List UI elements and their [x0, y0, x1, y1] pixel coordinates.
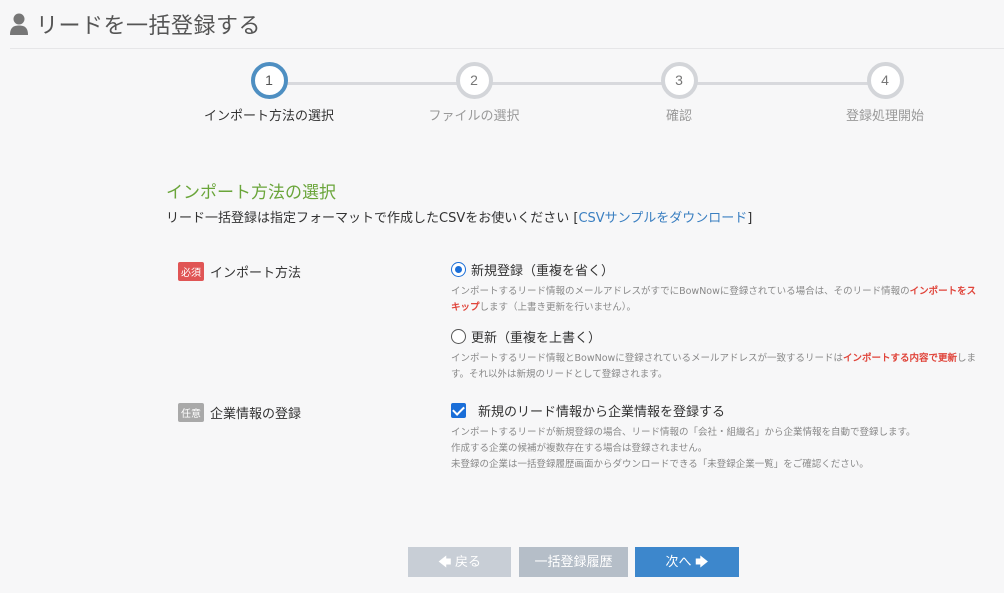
progress-stepper: 1 インポート方法の選択 2 ファイルの選択 3 確認 4 登録処理開始: [0, 62, 1004, 132]
field-label-text: 企業情報の登録: [210, 407, 302, 422]
import-option-new[interactable]: 新規登録（重複を省く） インポートするリード情報のメールアドレスがすでにBowN…: [451, 260, 981, 316]
option-label: 更新（重複を上書く）: [471, 331, 602, 346]
company-registration-checkbox[interactable]: [451, 403, 466, 418]
history-button-label: 一括登録履歴: [534, 554, 613, 569]
arrow-right-icon: 🡆: [695, 554, 709, 569]
page-header: リードを一括登録する: [0, 0, 1004, 48]
step-4: 4 登録処理開始: [805, 62, 965, 124]
header-divider: [10, 48, 1004, 49]
import-method-label: 必須 インポート方法: [178, 262, 301, 281]
help-line: 未登録の企業は一括登録履歴画面からダウンロードできる「未登録企業一覧」をご確認く…: [451, 459, 869, 470]
radio-update[interactable]: [451, 329, 466, 344]
arrow-left-icon: 🡄: [437, 554, 452, 569]
back-button-label: 戻る: [455, 554, 482, 569]
step-2: 2 ファイルの選択: [394, 62, 554, 124]
option-help: インポートするリード情報のメールアドレスがすでにBowNowに登録されている場合…: [451, 284, 981, 316]
user-icon: [10, 13, 28, 35]
option-help: インポートするリードが新規登録の場合、リード情報の「会社・組織名」から企業情報を…: [451, 425, 981, 473]
company-registration-label: 任意 企業情報の登録: [178, 403, 301, 422]
required-badge: 必須: [178, 262, 204, 281]
step-1: 1 インポート方法の選択: [189, 62, 349, 124]
step-label: インポート方法の選択: [203, 109, 334, 124]
help-emphasis: インポートする内容で更新: [843, 353, 958, 364]
option-label: 新規登録（重複を省く）: [471, 264, 615, 279]
option-help: インポートするリード情報とBowNowに登録されているメールアドレスが一致するリ…: [451, 351, 981, 383]
optional-badge: 任意: [178, 403, 204, 422]
next-button[interactable]: 次へ 🡆: [635, 547, 739, 577]
help-text: します（上書き更新を行いません）。: [479, 302, 636, 313]
help-line: 作成する企業の候補が複数存在する場合は登録されません。: [451, 443, 708, 454]
page-title: リードを一括登録する: [36, 14, 262, 39]
step-3: 3 確認: [599, 62, 759, 124]
step-number: 2: [455, 62, 493, 99]
bulk-history-button[interactable]: 一括登録履歴: [519, 547, 628, 577]
section-title: インポート方法の選択: [166, 183, 336, 203]
help-text: インポートするリード情報とBowNowに登録されているメールアドレスが一致するリ…: [451, 353, 844, 364]
step-number: 4: [866, 62, 904, 99]
section-description: リード一括登録は指定フォーマットで作成したCSVをお使いください [CSVサンプ…: [166, 207, 752, 226]
help-text: インポートするリード情報のメールアドレスがすでにBowNowに登録されている場合…: [451, 286, 910, 297]
stepper-track: [270, 82, 885, 85]
checkbox-label: 新規のリード情報から企業情報を登録する: [478, 405, 726, 420]
section-desc-suffix: ]: [747, 211, 753, 226]
step-label: ファイルの選択: [428, 109, 520, 124]
step-label: 登録処理開始: [845, 109, 924, 124]
field-label-text: インポート方法: [210, 266, 302, 281]
company-registration-option[interactable]: 新規のリード情報から企業情報を登録する インポートするリードが新規登録の場合、リ…: [451, 401, 981, 473]
step-number: 3: [660, 62, 698, 99]
help-line: インポートするリードが新規登録の場合、リード情報の「会社・組織名」から企業情報を…: [451, 427, 916, 438]
radio-new-registration[interactable]: [451, 262, 466, 277]
next-button-label: 次へ: [665, 554, 692, 569]
back-button[interactable]: 🡄 戻る: [408, 547, 511, 577]
section-desc-text: リード一括登録は指定フォーマットで作成したCSVをお使いください [: [166, 211, 579, 226]
import-option-update[interactable]: 更新（重複を上書く） インポートするリード情報とBowNowに登録されているメー…: [451, 327, 981, 383]
step-number: 1: [250, 62, 288, 99]
step-label: 確認: [665, 109, 692, 124]
csv-sample-download-link[interactable]: CSVサンプルをダウンロード: [578, 211, 747, 226]
